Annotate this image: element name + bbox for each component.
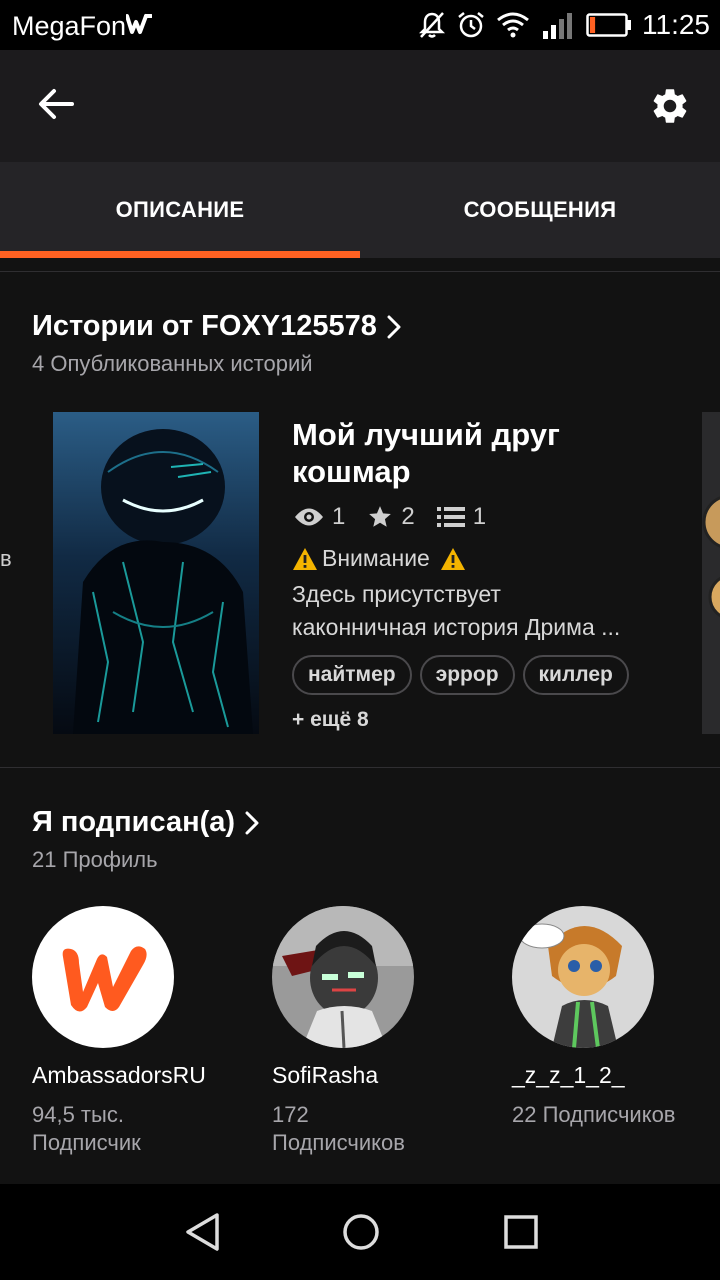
followers-label: Подписчик [32, 1130, 141, 1155]
story-stats: 1 2 1 [294, 502, 508, 532]
followers-number: 22 Подписчиков [512, 1102, 676, 1127]
previous-story-peek[interactable]: в [0, 546, 12, 572]
divider [0, 767, 720, 768]
list-icon [436, 507, 465, 527]
more-tags-link[interactable]: + ещё 8 [292, 708, 369, 732]
divider [0, 271, 720, 272]
story-title-line-1: Мой лучший друг [292, 417, 560, 452]
profile-followers: 172 Подписчиков [272, 1101, 502, 1157]
votes-stat: 2 [367, 503, 415, 531]
clock: 11:25 [642, 9, 710, 40]
avatar[interactable] [512, 906, 654, 1048]
gear-icon [653, 89, 687, 123]
tag-chip[interactable]: эррор [419, 655, 515, 695]
profile-card[interactable]: AmbassadorsRU 94,5 тыс. Подписчик [32, 906, 262, 1157]
warning-icon [293, 547, 317, 570]
chevron-right-icon [387, 315, 401, 338]
star-icon [369, 506, 392, 527]
warning-icon [440, 547, 465, 570]
nav-back-button[interactable] [178, 1208, 226, 1256]
tab-description[interactable]: ОПИСАНИЕ [0, 162, 360, 258]
description-line-2: каконничная история Дрима ... [292, 614, 621, 640]
parts-count: 1 [472, 503, 487, 530]
nav-home-button[interactable] [337, 1208, 385, 1256]
recents-square-icon [504, 1215, 538, 1249]
back-arrow-icon [39, 89, 74, 119]
status-icons: 11:25 [418, 8, 710, 42]
profile-followers: 94,5 тыс. Подписчик [32, 1101, 262, 1157]
eye-icon [295, 508, 323, 526]
chevron-right-icon [245, 811, 259, 834]
following-section-title-text: Я подписан(а) [32, 806, 236, 838]
warning-text: Внимание [322, 545, 430, 571]
status-bar: MegaFon 11:25 [0, 0, 720, 50]
profile-name: SofiRasha [272, 1062, 379, 1088]
parts-stat: 1 [436, 503, 487, 531]
stories-section-title-text: Истории от FOXY125578 [32, 310, 377, 342]
tab-messages[interactable]: СООБЩЕНИЯ [360, 162, 720, 258]
story-tags: найтмер эррор киллер [292, 655, 629, 695]
settings-button[interactable] [642, 78, 698, 134]
followers-label: Подписчиков [272, 1130, 405, 1155]
profile-name: AmbassadorsRU [32, 1062, 206, 1088]
app-bar [0, 50, 720, 162]
back-button[interactable] [30, 78, 82, 130]
views-count: 1 [332, 503, 346, 530]
home-circle-icon [343, 1214, 379, 1250]
story-warning: Внимание [292, 545, 466, 572]
tag-chip[interactable]: киллер [522, 655, 629, 695]
wifi-icon [496, 12, 530, 38]
wattpad-notification-icon [125, 13, 153, 40]
story-description: Здесь присутствует каконничная история Д… [292, 578, 672, 644]
profile-card[interactable]: SofiRasha 172 Подписчиков [272, 906, 502, 1157]
following-section-title[interactable]: Я подписан(а) [32, 806, 259, 839]
system-nav-bar [0, 1184, 720, 1280]
followers-number: 94,5 тыс. [32, 1102, 124, 1127]
views-stat: 1 [294, 503, 345, 531]
avatar[interactable] [272, 906, 414, 1048]
wattpad-logo-icon [62, 946, 147, 1012]
following-count: 21 Профиль [32, 847, 158, 872]
alarm-icon [456, 10, 486, 40]
story-title[interactable]: Мой лучший друг кошмар [292, 416, 672, 490]
stories-section-title[interactable]: Истории от FOXY125578 [32, 310, 401, 343]
next-story-peek[interactable] [702, 412, 720, 734]
avatar[interactable] [32, 906, 174, 1048]
nav-recents-button[interactable] [497, 1208, 545, 1256]
votes-count: 2 [401, 503, 415, 530]
description-line-1: Здесь присутствует [292, 581, 501, 607]
followers-number: 172 [272, 1102, 309, 1127]
battery-low-icon [586, 12, 632, 38]
mute-icon [418, 10, 446, 40]
signal-icon [542, 11, 572, 39]
story-cover-image[interactable] [53, 412, 259, 734]
tab-bar: ОПИСАНИЕ СООБЩЕНИЯ [0, 162, 720, 258]
profile-followers: 22 Подписчиков [512, 1101, 720, 1129]
active-tab-indicator [0, 251, 360, 258]
profile-card[interactable]: _z_z_1_2_ 22 Подписчиков [512, 906, 720, 1129]
stories-count: 4 Опубликованных историй [32, 351, 313, 376]
carrier-name: MegaFon [12, 11, 127, 41]
profile-name: _z_z_1_2_ [512, 1062, 625, 1088]
story-title-line-2: кошмар [292, 454, 411, 489]
back-triangle-icon [186, 1213, 219, 1251]
tag-chip[interactable]: найтмер [292, 655, 412, 695]
